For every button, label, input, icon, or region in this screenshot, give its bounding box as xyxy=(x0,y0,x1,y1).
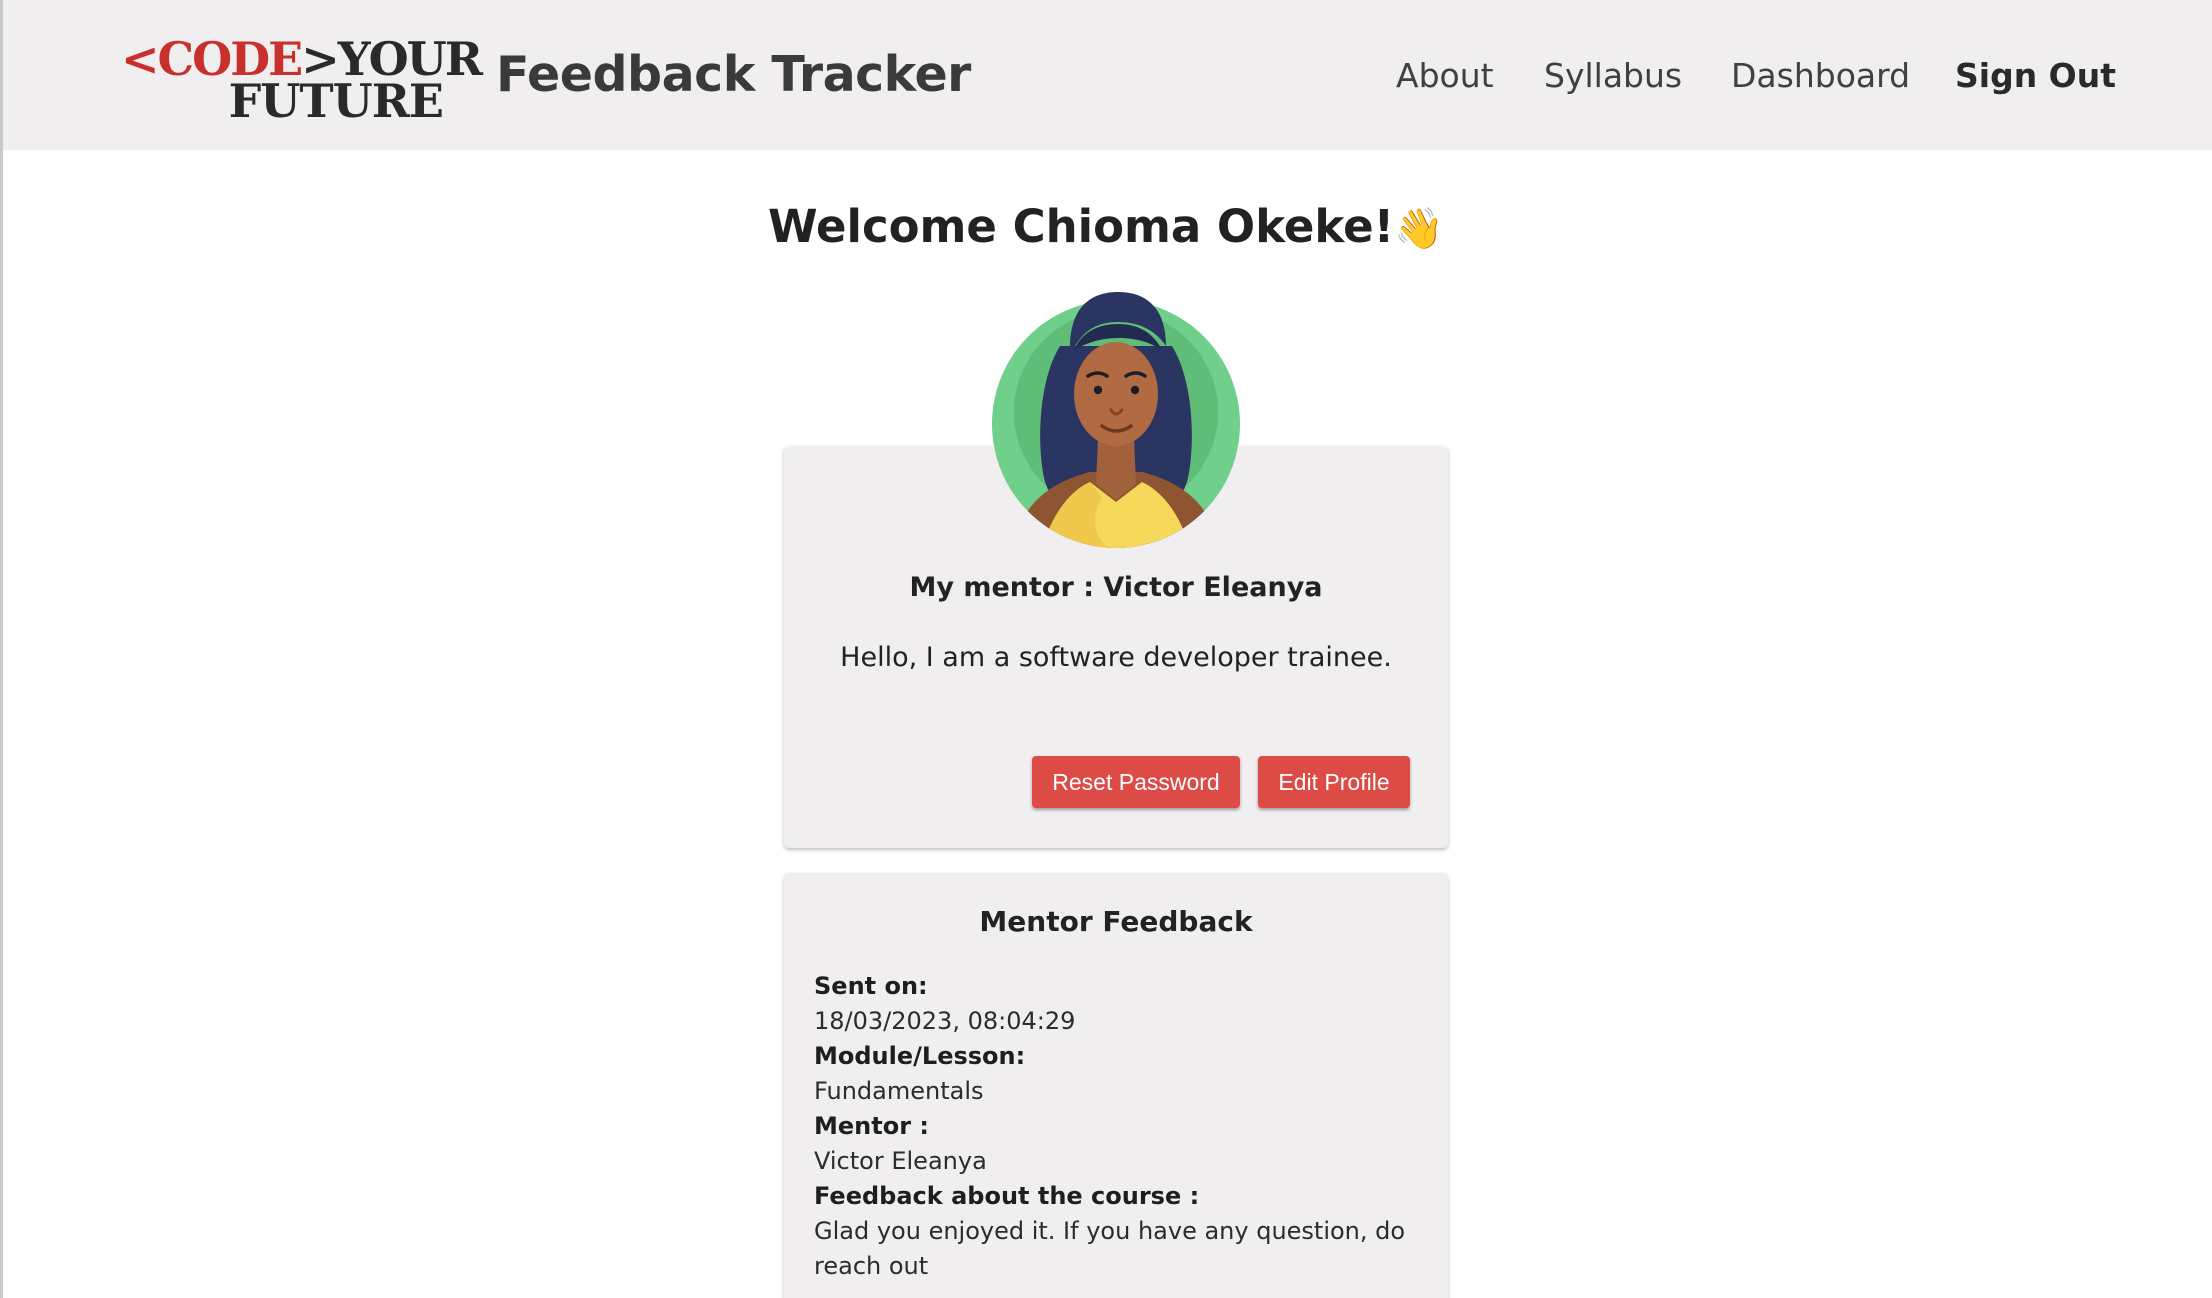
logo-future-text: FUTURE xyxy=(228,74,444,128)
top-navbar: <CODE>YOUR FUTURE Feedback Tracker About… xyxy=(3,0,2212,150)
module-lesson-value: Fundamentals xyxy=(814,1077,984,1105)
nav-syllabus-link[interactable]: Syllabus xyxy=(1544,56,1682,100)
sent-on-label: Sent on: xyxy=(814,972,928,1000)
welcome-text: Welcome Chioma Okeke! xyxy=(767,200,1395,253)
welcome-heading: Welcome Chioma Okeke!👋 xyxy=(0,200,2212,253)
app-title: Feedback Tracker xyxy=(496,46,971,103)
window-edge xyxy=(0,0,3,1298)
codeyourfuture-logo[interactable]: <CODE>YOUR FUTURE xyxy=(121,36,483,128)
nav-about-link[interactable]: About xyxy=(1396,56,1494,100)
module-lesson-label: Module/Lesson: xyxy=(814,1042,1026,1070)
woman-avatar-icon xyxy=(992,292,1240,548)
sent-on-value: 18/03/2023, 08:04:29 xyxy=(814,1007,1076,1035)
mentor-value: Victor Eleanya xyxy=(814,1147,987,1175)
mentor-name: My mentor : Victor Eleanya xyxy=(909,572,1323,603)
feedback-details: Sent on: 18/03/2023, 08:04:29 Module/Les… xyxy=(814,969,1414,1284)
mentor-label: Mentor : xyxy=(814,1112,929,1140)
mentor-feedback-card: Mentor Feedback Sent on: 18/03/2023, 08:… xyxy=(784,873,1448,1298)
course-feedback-label: Feedback about the course : xyxy=(814,1182,1200,1210)
nav-dashboard-link[interactable]: Dashboard xyxy=(1731,56,1910,100)
course-feedback-value: Glad you enjoyed it. If you have any que… xyxy=(814,1217,1406,1280)
profile-bio: Hello, I am a software developer trainee… xyxy=(840,642,1392,673)
edit-profile-button[interactable]: Edit Profile xyxy=(1258,756,1410,808)
reset-password-button[interactable]: Reset Password xyxy=(1032,756,1240,808)
sign-out-link[interactable]: Sign Out xyxy=(1955,56,2116,100)
waving-hand-icon: 👋 xyxy=(1394,206,1445,252)
mentor-feedback-title: Mentor Feedback xyxy=(979,905,1253,938)
